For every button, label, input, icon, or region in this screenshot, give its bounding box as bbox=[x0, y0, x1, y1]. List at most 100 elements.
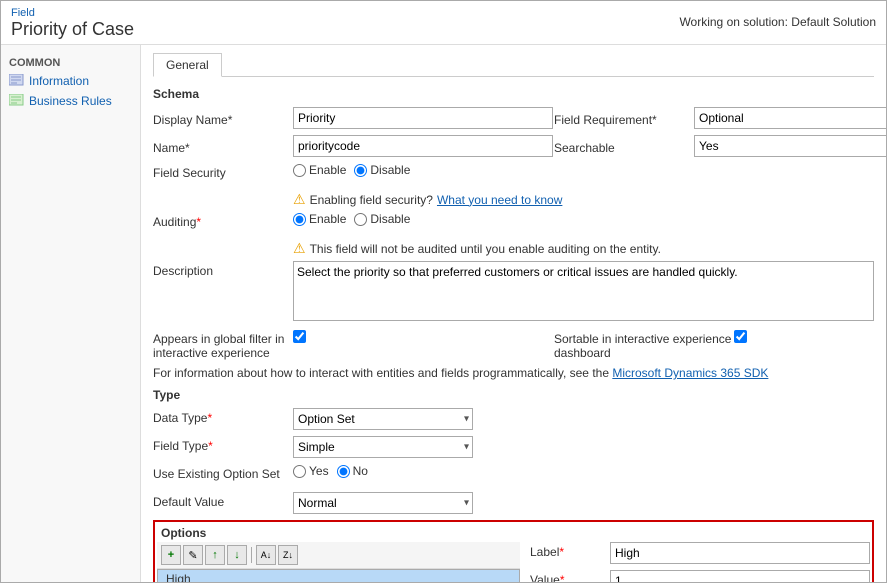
data-type-dropdown-wrapper: Option Set ▾ bbox=[293, 408, 473, 430]
field-security-warning-row: ⚠ Enabling field security? What you need… bbox=[153, 191, 874, 208]
sidebar-information-label: Information bbox=[29, 74, 89, 88]
field-security-row: Field Security Enable Disable bbox=[153, 163, 874, 185]
field-type-select[interactable]: Simple bbox=[293, 436, 473, 458]
list-item[interactable]: High bbox=[158, 570, 519, 582]
auditing-disable-label[interactable]: Disable bbox=[354, 212, 410, 226]
info-icon bbox=[9, 74, 25, 88]
default-value-label: Default Value bbox=[153, 492, 293, 509]
options-toolbar: + ✎ ↑ ↓ A↓ Z↓ bbox=[157, 542, 520, 569]
global-filter-checkbox[interactable] bbox=[293, 330, 306, 343]
options-panel: + ✎ ↑ ↓ A↓ Z↓ High Normal Low Cri bbox=[157, 542, 870, 582]
option-label-input-wrap bbox=[610, 542, 870, 564]
auditing-radio-group: Enable Disable bbox=[293, 212, 874, 226]
use-existing-no-radio[interactable] bbox=[337, 465, 350, 478]
warning-icon: ⚠ bbox=[293, 191, 306, 208]
name-input[interactable] bbox=[293, 135, 553, 157]
default-value-control: Normal High Low Critical ▾ bbox=[293, 492, 874, 514]
searchable-col: Searchable Yes No ▾ bbox=[554, 135, 874, 157]
name-row: Name* Searchable Yes No ▾ bbox=[153, 135, 874, 157]
option-label-row: Label* bbox=[530, 542, 870, 564]
auditing-row: Auditing* Enable Disable bbox=[153, 212, 874, 234]
options-header: Options bbox=[157, 524, 870, 542]
field-security-enable-label[interactable]: Enable bbox=[293, 163, 346, 177]
description-control: Select the priority so that preferred cu… bbox=[293, 261, 874, 324]
move-down-button[interactable]: ↓ bbox=[227, 545, 247, 565]
field-type-label: Field Type* bbox=[153, 436, 293, 453]
searchable-dropdown-wrapper: Yes No ▾ bbox=[694, 135, 886, 157]
use-existing-label: Use Existing Option Set bbox=[153, 464, 293, 481]
rules-icon bbox=[9, 94, 25, 108]
tab-bar: General bbox=[153, 53, 874, 77]
default-value-dropdown-wrapper: Normal High Low Critical ▾ bbox=[293, 492, 473, 514]
schema-section-header: Schema bbox=[153, 87, 874, 101]
add-option-button[interactable]: + bbox=[161, 545, 181, 565]
sidebar: Common Information bbox=[1, 45, 141, 582]
auditing-enable-radio[interactable] bbox=[293, 213, 306, 226]
sortable-label: Sortable in interactive experience dashb… bbox=[554, 330, 734, 360]
tab-general[interactable]: General bbox=[153, 53, 222, 77]
option-label-input[interactable] bbox=[610, 542, 870, 564]
field-security-enable-radio[interactable] bbox=[293, 164, 306, 177]
data-type-control: Option Set ▾ bbox=[293, 408, 874, 430]
sortable-checkbox[interactable] bbox=[734, 330, 747, 343]
auditing-controls: Enable Disable bbox=[293, 212, 874, 226]
field-type-control: Simple ▾ bbox=[293, 436, 874, 458]
edit-option-button[interactable]: ✎ bbox=[183, 545, 203, 565]
use-existing-control: Yes No bbox=[293, 464, 874, 478]
use-existing-radio-group: Yes No bbox=[293, 464, 874, 478]
sidebar-business-rules-label: Business Rules bbox=[29, 94, 112, 108]
options-list-col: + ✎ ↑ ↓ A↓ Z↓ High Normal Low Cri bbox=[157, 542, 520, 582]
page-title: Priority of Case bbox=[11, 19, 134, 40]
use-existing-yes-radio[interactable] bbox=[293, 465, 306, 478]
searchable-label: Searchable bbox=[554, 138, 694, 155]
use-existing-no-label[interactable]: No bbox=[337, 464, 368, 478]
sort-az-button[interactable]: A↓ bbox=[256, 545, 276, 565]
use-existing-row: Use Existing Option Set Yes No bbox=[153, 464, 874, 486]
header-left: Field Priority of Case bbox=[11, 7, 134, 40]
sidebar-item-information[interactable]: Information bbox=[1, 71, 140, 91]
option-value-input-wrap bbox=[610, 570, 870, 582]
field-security-link[interactable]: What you need to know bbox=[437, 193, 562, 207]
description-row: Description Select the priority so that … bbox=[153, 261, 874, 324]
sidebar-item-business-rules[interactable]: Business Rules bbox=[1, 91, 140, 111]
name-label: Name* bbox=[153, 138, 293, 155]
default-value-select[interactable]: Normal High Low Critical bbox=[293, 492, 473, 514]
option-label-label: Label* bbox=[530, 542, 610, 559]
global-filter-label: Appears in global filter in interactive … bbox=[153, 330, 293, 360]
move-up-button[interactable]: ↑ bbox=[205, 545, 225, 565]
description-textarea[interactable]: Select the priority so that preferred cu… bbox=[293, 261, 874, 321]
field-label: Field bbox=[11, 7, 134, 19]
field-security-disable-radio[interactable] bbox=[354, 164, 367, 177]
option-value-input[interactable] bbox=[610, 570, 870, 582]
field-requirement-select[interactable]: Optional Business Recommended Business R… bbox=[694, 107, 886, 129]
working-on-label: Working on solution: Default Solution bbox=[679, 7, 876, 29]
field-security-controls: Enable Disable bbox=[293, 163, 874, 177]
sdk-link[interactable]: Microsoft Dynamics 365 SDK bbox=[612, 366, 768, 380]
global-filter-left: Appears in global filter in interactive … bbox=[153, 330, 554, 360]
field-type-row: Field Type* Simple ▾ bbox=[153, 436, 874, 458]
display-name-label: Display Name* bbox=[153, 110, 293, 127]
auditing-enable-label[interactable]: Enable bbox=[293, 212, 346, 226]
data-type-label: Data Type* bbox=[153, 408, 293, 425]
use-existing-yes-label[interactable]: Yes bbox=[293, 464, 329, 478]
display-name-col: Display Name* bbox=[153, 107, 554, 129]
searchable-select[interactable]: Yes No bbox=[694, 135, 886, 157]
display-name-input[interactable] bbox=[293, 107, 553, 129]
sort-za-button[interactable]: Z↓ bbox=[278, 545, 298, 565]
field-requirement-label: Field Requirement* bbox=[554, 110, 694, 127]
name-col: Name* bbox=[153, 135, 554, 157]
content-area: General Schema Display Name* Field Requi… bbox=[141, 45, 886, 582]
auditing-disable-radio[interactable] bbox=[354, 213, 367, 226]
field-requirement-dropdown-wrapper: Optional Business Recommended Business R… bbox=[694, 107, 886, 129]
header: Field Priority of Case Working on soluti… bbox=[1, 1, 886, 45]
field-type-dropdown-wrapper: Simple ▾ bbox=[293, 436, 473, 458]
sortable-right: Sortable in interactive experience dashb… bbox=[554, 330, 874, 360]
sdk-info-row: For information about how to interact wi… bbox=[153, 366, 874, 380]
toolbar-separator bbox=[251, 547, 252, 563]
data-type-row: Data Type* Option Set ▾ bbox=[153, 408, 874, 430]
data-type-select[interactable]: Option Set bbox=[293, 408, 473, 430]
options-section: Options + ✎ ↑ ↓ A↓ Z↓ bbox=[153, 520, 874, 582]
options-list: High Normal Low Critical bbox=[157, 569, 520, 582]
auditing-label: Auditing* bbox=[153, 212, 293, 229]
field-security-disable-label[interactable]: Disable bbox=[354, 163, 410, 177]
